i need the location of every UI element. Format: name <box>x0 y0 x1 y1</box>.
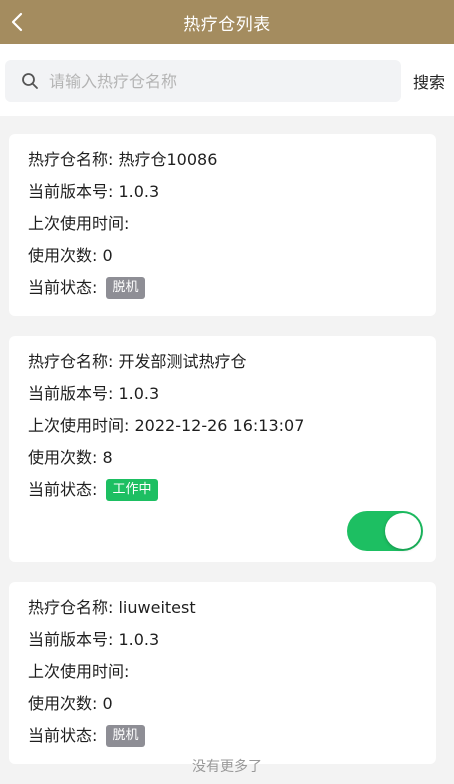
cabin-name: 热疗仓名称: 开发部测试热疗仓 <box>28 352 247 371</box>
toggle-row <box>28 506 423 551</box>
cabin-status-row: 当前状态: 脱机 <box>28 720 417 752</box>
cabin-status-label: 当前状态: <box>28 480 103 499</box>
cabin-card[interactable]: 热疗仓名称: 热疗仓10086 当前版本号: 1.0.3 上次使用时间: 使用次… <box>9 134 436 316</box>
power-toggle[interactable] <box>347 511 423 551</box>
cabin-last-used: 上次使用时间: <box>28 214 130 233</box>
search-icon <box>21 72 39 90</box>
search-button[interactable]: 搜索 <box>408 60 450 102</box>
cabin-version: 当前版本号: 1.0.3 <box>28 182 160 201</box>
no-more-text: 没有更多了 <box>192 759 262 775</box>
toggle-knob <box>385 513 421 549</box>
cabin-version: 当前版本号: 1.0.3 <box>28 384 160 403</box>
cabin-status-row: 当前状态: 脱机 <box>28 272 417 304</box>
cabin-status-label: 当前状态: <box>28 278 103 297</box>
cabin-name: 热疗仓名称: liuweitest <box>28 598 196 617</box>
cabin-use-count: 使用次数: 0 <box>28 694 113 713</box>
status-badge: 脱机 <box>106 724 145 747</box>
cabin-version: 当前版本号: 1.0.3 <box>28 630 160 649</box>
status-badge: 工作中 <box>106 478 158 501</box>
cabin-use-count: 使用次数: 0 <box>28 246 113 265</box>
chevron-left-icon <box>11 12 23 32</box>
page-title: 热疗仓列表 <box>183 14 271 35</box>
status-badge: 脱机 <box>106 276 145 299</box>
search-bar: 搜索 <box>0 44 454 116</box>
cabin-use-count: 使用次数: 8 <box>28 448 113 467</box>
cabin-card[interactable]: 热疗仓名称: 开发部测试热疗仓 当前版本号: 1.0.3 上次使用时间: 202… <box>9 336 436 562</box>
cabin-status-row: 当前状态: 工作中 <box>28 474 417 506</box>
cabin-card[interactable]: 热疗仓名称: liuweitest 当前版本号: 1.0.3 上次使用时间: 使… <box>9 582 436 764</box>
back-button[interactable] <box>6 9 28 35</box>
cabin-name: 热疗仓名称: 热疗仓10086 <box>28 150 218 169</box>
cabin-last-used: 上次使用时间: <box>28 662 130 681</box>
cabin-list: 热疗仓名称: 热疗仓10086 当前版本号: 1.0.3 上次使用时间: 使用次… <box>9 134 436 784</box>
nav-bar: 热疗仓列表 <box>0 0 454 44</box>
search-field[interactable] <box>5 60 401 102</box>
search-input[interactable] <box>47 70 381 92</box>
cabin-last-used: 上次使用时间: 2022-12-26 16:13:07 <box>28 416 305 435</box>
cabin-status-label: 当前状态: <box>28 726 103 745</box>
